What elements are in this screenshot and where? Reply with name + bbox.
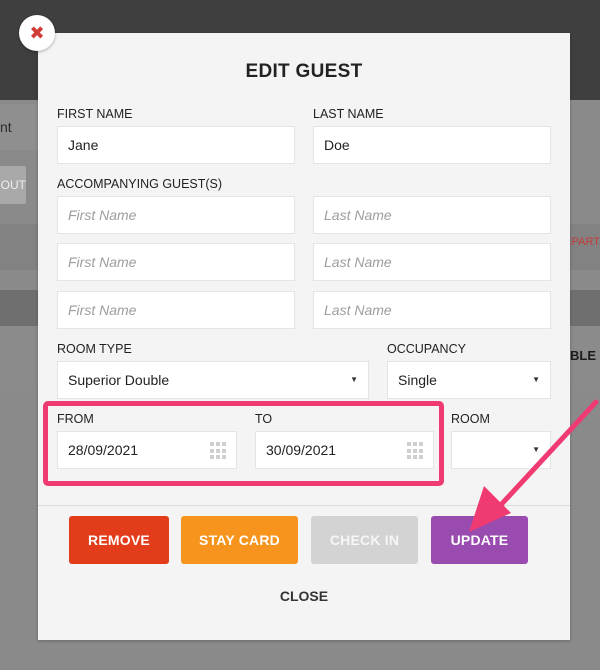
pointer-arrow-annotation — [469, 399, 599, 532]
